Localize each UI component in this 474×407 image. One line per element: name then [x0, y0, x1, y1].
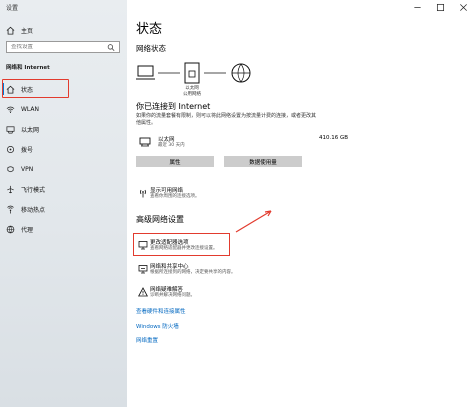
status-highlight-box [2, 79, 69, 98]
ethernet-data-size: 410.16 GB [318, 135, 348, 141]
network-status-label: 网络状态 [136, 44, 166, 53]
dialup-icon [6, 145, 15, 154]
sidebar-nav: 状态 WLAN 以太网 拨号 VPN 飞行模式 移动热点 代理 [0, 79, 127, 239]
connected-heading: 你已连接到 Internet [136, 102, 211, 111]
sidebar-item-label: VPN [21, 165, 34, 173]
internet-globe-icon [231, 63, 251, 83]
show-networks-desc: 查看你周围的连接选项。 [150, 194, 200, 199]
airplane-icon [6, 185, 15, 194]
search-box[interactable] [6, 41, 120, 53]
ethernet-adapter-icon [139, 137, 151, 147]
hardware-properties-link[interactable]: 查看硬件和连接属性 [136, 307, 186, 315]
globe-icon [6, 225, 15, 234]
hotspot-icon [6, 205, 15, 214]
sidebar-section-label: 网络和 Internet [6, 65, 50, 71]
network-reset-link[interactable]: 网络重置 [136, 336, 158, 344]
wifi-icon [6, 105, 15, 114]
troubleshooter-desc: 诊断并解决网络问题。 [150, 293, 195, 298]
sidebar-item-airplane[interactable]: 飞行模式 [0, 179, 127, 199]
properties-button[interactable]: 属性 [136, 156, 214, 167]
minimize-icon[interactable] [413, 3, 422, 12]
window-controls [413, 3, 468, 12]
page-title: 状态 [136, 22, 163, 37]
ethernet-icon [6, 125, 15, 134]
sidebar-item-wlan[interactable]: WLAN [0, 99, 127, 119]
window-title: 设置 [6, 5, 19, 12]
sidebar-item-label: 飞行模式 [21, 186, 46, 194]
sidebar-item-label: WLAN [21, 105, 40, 113]
vpn-icon [6, 165, 15, 174]
sidebar-item-vpn[interactable]: VPN [0, 159, 127, 179]
advanced-settings-heading: 高级网络设置 [136, 215, 184, 224]
sidebar: 设置 主页 网络和 Internet 状态 WLAN [0, 0, 127, 407]
maximize-icon[interactable] [436, 3, 445, 12]
ethernet-period: 最近 30 天内 [158, 143, 185, 148]
sidebar-item-hotspot[interactable]: 移动热点 [0, 199, 127, 219]
data-usage-button[interactable]: 数据使用量 [224, 156, 302, 167]
sidebar-item-label: 以太网 [21, 126, 40, 134]
antenna-icon [138, 188, 148, 198]
sidebar-item-label: 拨号 [21, 146, 34, 154]
sidebar-item-label: 代理 [21, 226, 34, 234]
sidebar-home[interactable]: 主页 [6, 24, 33, 36]
sidebar-item-proxy[interactable]: 代理 [0, 219, 127, 239]
sidebar-item-label: 移动热点 [21, 206, 46, 214]
sidebar-item-ethernet[interactable]: 以太网 [0, 119, 127, 139]
adapter-highlight-box [133, 233, 230, 256]
sidebar-home-label: 主页 [21, 27, 34, 35]
main-panel: 状态 网络状态 以太网 公用网络 你已连接到 Internet 如果你的流量套餐… [127, 0, 474, 407]
windows-firewall-link[interactable]: Windows 防火墙 [136, 322, 179, 330]
sharing-center-icon [138, 264, 148, 274]
warning-icon [138, 287, 148, 297]
ethernet-usage-row: 以太网 最近 30 天内 410.16 GB [136, 134, 348, 150]
sharing-center-desc: 根据所连接到的网络，决定要共享的内容。 [150, 270, 236, 275]
diagram-caption-line2: 公用网络 [183, 92, 201, 97]
close-icon[interactable] [459, 3, 468, 12]
search-input[interactable] [11, 44, 107, 50]
computer-icon [136, 65, 155, 80]
ethernet-port-icon [184, 62, 200, 84]
connected-description: 如果你的流量套餐有限制，则可以将此网络设置为按流量计费的连接，或者更改其他属性。 [136, 113, 317, 126]
network-diagram: 以太网 公用网络 [136, 62, 266, 100]
sidebar-item-dialup[interactable]: 拨号 [0, 139, 127, 159]
search-icon[interactable] [107, 43, 115, 51]
home-icon [6, 26, 15, 35]
